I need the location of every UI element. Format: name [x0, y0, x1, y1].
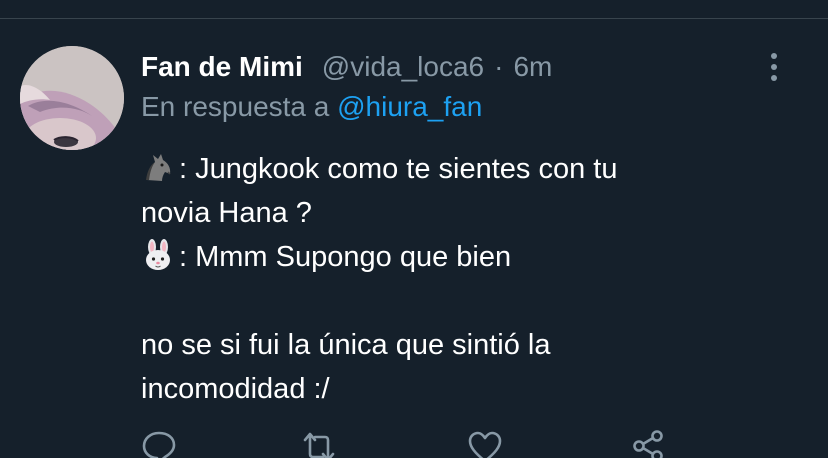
reply-icon [142, 431, 176, 458]
tweet-line-text: : Jungkook como te sientes con tu [179, 153, 618, 185]
timestamp[interactable]: 6m [513, 48, 552, 86]
display-name[interactable]: Fan de Mimi [141, 48, 303, 86]
tweet-header: Fan de Mimi @vida_loca6 · 6m [141, 48, 552, 86]
horse-emoji-icon [146, 154, 171, 181]
more-options-button[interactable] [760, 50, 788, 84]
reply-button[interactable] [141, 428, 177, 458]
user-handle[interactable]: @vida_loca6 [322, 48, 484, 86]
tweet-text: : Jungkook como te sientes con tu novia … [141, 147, 801, 411]
heart-icon [468, 431, 502, 458]
tweet-blank-line [141, 279, 801, 323]
like-button[interactable] [467, 428, 503, 458]
tweet-line: novia Hana ? [141, 197, 312, 229]
tweet-actions [141, 428, 701, 458]
separator-dot: · [494, 51, 504, 82]
tweet-line: no se si fui la única que sintió la [141, 329, 551, 361]
share-icon [633, 430, 663, 458]
retweet-icon [303, 432, 335, 458]
share-button[interactable] [631, 428, 667, 458]
retweet-button[interactable] [301, 428, 337, 458]
tweet-line: incomodidad :/ [141, 373, 330, 405]
tweet-line: : Jungkook como te sientes con tu [141, 147, 801, 191]
reply-prefix: En respuesta a [141, 91, 330, 122]
top-divider [0, 18, 828, 19]
reply-context: En respuesta a @hiura_fan [141, 88, 482, 126]
avatar-photo [20, 46, 124, 150]
avatar[interactable] [20, 46, 124, 150]
rabbit-emoji-icon [146, 239, 170, 270]
tweet-line: : Mmm Supongo que bien [141, 235, 801, 279]
reply-to-handle[interactable]: @hiura_fan [337, 91, 482, 122]
more-vertical-icon [771, 53, 777, 81]
tweet-line-text: : Mmm Supongo que bien [179, 241, 512, 273]
